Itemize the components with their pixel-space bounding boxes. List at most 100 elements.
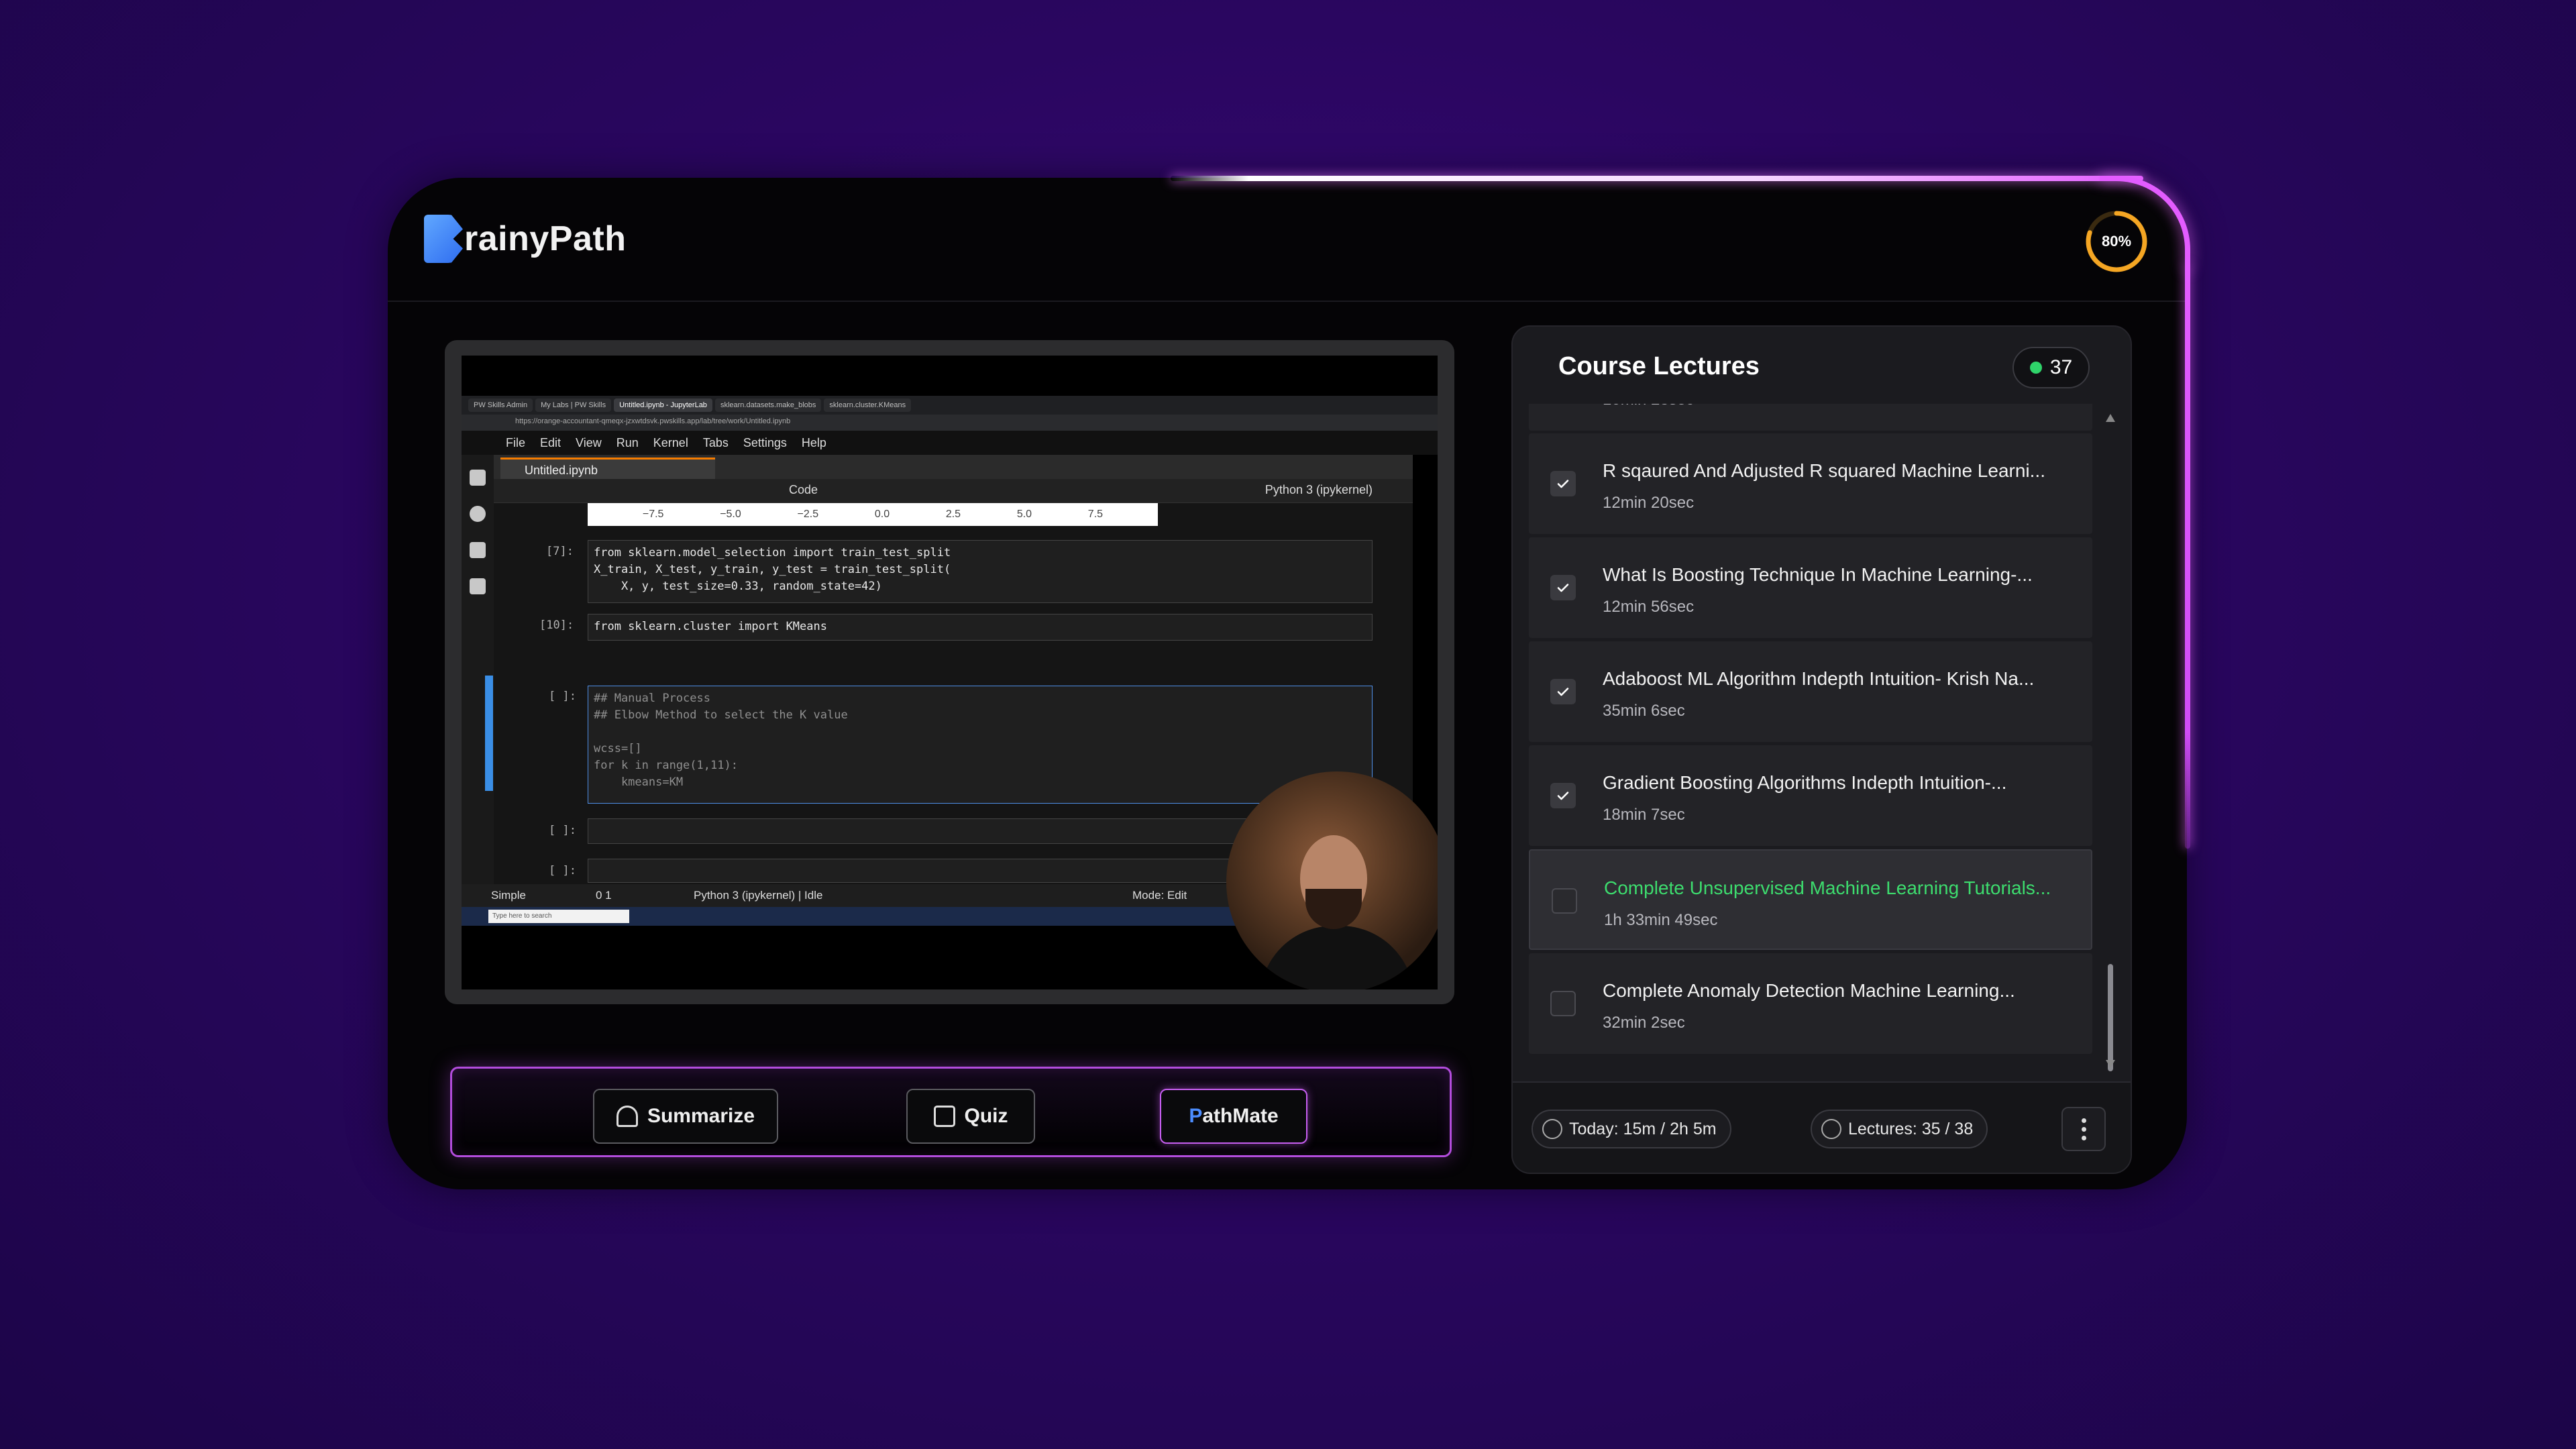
course-lectures-panel: Course Lectures 37 10min 28sec R sqaured…	[1511, 325, 2132, 1174]
more-options-button[interactable]	[2061, 1107, 2106, 1151]
lecture-count: 37	[2049, 356, 2073, 378]
browser-tab: My Labs | PW Skills	[535, 398, 612, 412]
scroll-up-arrow-icon[interactable]	[2106, 414, 2115, 422]
scrollbar-thumb[interactable]	[2108, 964, 2113, 1071]
notebook-tab: Untitled.ipynb	[500, 458, 715, 479]
url-text: https://orange-accountant-qmeqx-jzxwtdsv…	[515, 417, 791, 425]
lecture-scrollbar[interactable]	[2106, 414, 2115, 1071]
browser-tab: sklearn.datasets.make_blobs	[714, 398, 822, 412]
browser-tab-strip: PW Skills Admin My Labs | PW Skills Unti…	[462, 396, 1438, 415]
lecture-title: Complete Anomaly Detection Machine Learn…	[1603, 980, 2015, 1001]
active-cell-indicator	[485, 676, 493, 791]
pathmate-label: athMate	[1202, 1105, 1279, 1127]
lecture-duration: 35min 6sec	[1603, 702, 1685, 720]
logo-mark-icon	[424, 215, 463, 263]
status-counts: 0 1	[596, 889, 612, 902]
menu-help: Help	[801, 435, 826, 449]
lecture-duration: 12min 20sec	[1603, 494, 1695, 512]
code-cell-10: from sklearn.cluster import KMeans	[588, 614, 1373, 641]
lecture-list: 10min 28sec R sqaured And Adjusted R squ…	[1529, 404, 2092, 1061]
pathmate-logo-icon: P	[1189, 1105, 1203, 1127]
lecture-title: R sqaured And Adjusted R squared Machine…	[1603, 460, 2045, 481]
url-bar: https://orange-accountant-qmeqx-jzxwtdsv…	[462, 415, 1438, 431]
lecture-count-badge: 37	[2012, 347, 2090, 388]
instructor-webcam	[1226, 771, 1438, 989]
summarize-label: Summarize	[647, 1105, 755, 1127]
code-cell-7: from sklearn.model_selection import trai…	[588, 540, 1373, 603]
checkbox[interactable]	[1552, 888, 1577, 914]
plot-tick: −5.0	[720, 508, 741, 520]
scroll-down-arrow-icon[interactable]	[2106, 1060, 2115, 1068]
check-icon	[1557, 480, 1569, 488]
quiz-icon	[933, 1106, 955, 1127]
header: rainyPath 80%	[388, 178, 2187, 302]
menu-file: File	[506, 435, 526, 449]
check-circle-icon	[1821, 1119, 1841, 1139]
jupyter-sidebar	[462, 455, 494, 884]
folder-icon	[470, 470, 486, 486]
webcam-beard	[1305, 889, 1362, 929]
lecture-title: Gradient Boosting Algorithms Indepth Int…	[1603, 772, 2007, 793]
lecture-title: Adaboost ML Algorithm Indepth Intuition-…	[1603, 668, 2035, 689]
plot-tick: −7.5	[642, 508, 664, 520]
lecture-item[interactable]: 10min 28sec	[1529, 404, 2092, 431]
webcam-body	[1260, 926, 1414, 989]
logo[interactable]: rainyPath	[424, 215, 626, 263]
cell-prompt: [ ]:	[549, 824, 576, 837]
lecture-item[interactable]: Complete Anomaly Detection Machine Learn…	[1529, 953, 2092, 1054]
menu-run: Run	[616, 435, 639, 449]
plot-tick: 2.5	[945, 508, 961, 520]
pathmate-button[interactable]: P athMate	[1160, 1089, 1307, 1144]
notebook-tab-bar: Untitled.ipynb	[494, 455, 1413, 479]
lecture-item[interactable]: What Is Boosting Technique In Machine Le…	[1529, 537, 2092, 638]
lecture-item[interactable]: R sqaured And Adjusted R squared Machine…	[1529, 433, 2092, 534]
checkbox[interactable]	[1550, 575, 1576, 600]
lecture-duration: 1h 33min 49sec	[1604, 911, 1718, 929]
neon-glow-top	[1171, 176, 2143, 181]
today-time-badge: Today: 15m / 2h 5m	[1532, 1110, 1731, 1148]
action-bar: Summarize Quiz P athMate	[450, 1067, 1452, 1157]
lecture-duration: 18min 7sec	[1603, 806, 1685, 824]
lecture-duration: 12min 56sec	[1603, 598, 1695, 616]
quiz-button[interactable]: Quiz	[906, 1089, 1035, 1144]
plot-tick: −2.5	[797, 508, 819, 520]
list-icon	[470, 542, 486, 558]
more-dot-icon	[2081, 1118, 2086, 1123]
puzzle-icon	[470, 578, 486, 594]
menu-settings: Settings	[743, 435, 787, 449]
menu-tabs: Tabs	[702, 435, 729, 449]
browser-tab: PW Skills Admin	[468, 398, 533, 412]
summarize-button[interactable]: Summarize	[593, 1089, 778, 1144]
checkbox[interactable]	[1550, 783, 1576, 808]
checkbox[interactable]	[1550, 471, 1576, 496]
cell-prompt: [ ]:	[549, 864, 576, 877]
panel-title: Course Lectures	[1558, 352, 1760, 380]
status-kernel: Python 3 (ipykernel) | Idle	[694, 889, 823, 902]
check-icon	[1557, 792, 1569, 800]
lecture-title: Complete Unsupervised Machine Learning T…	[1604, 877, 2051, 898]
panel-footer: Today: 15m / 2h 5m Lectures: 35 / 38	[1513, 1081, 2131, 1173]
plot-axis-strip: −7.5 −5.0 −2.5 0.0 2.5 5.0 7.5	[588, 503, 1158, 526]
menu-kernel: Kernel	[653, 435, 688, 449]
lectures-progress-text: Lectures: 35 / 38	[1848, 1119, 1974, 1138]
today-time-text: Today: 15m / 2h 5m	[1569, 1119, 1717, 1138]
taskbar-search: Type here to search	[488, 910, 629, 923]
plot-tick: 0.0	[874, 508, 890, 520]
lectures-progress-badge: Lectures: 35 / 38	[1811, 1110, 1988, 1148]
browser-tab: Untitled.ipynb - JupyterLab	[614, 398, 712, 412]
check-icon	[1557, 688, 1569, 696]
logo-text: rainyPath	[464, 219, 627, 258]
menu-view: View	[576, 435, 602, 449]
app-frame: rainyPath 80% PW Skills Admin My Labs | …	[388, 178, 2187, 1189]
more-dot-icon	[2081, 1135, 2086, 1140]
checkbox[interactable]	[1550, 679, 1576, 704]
lecture-duration: 10min 28sec	[1603, 404, 1694, 409]
plot-tick: 7.5	[1087, 508, 1104, 520]
checkbox[interactable]	[1550, 991, 1576, 1016]
status-mode-simple: Simple	[491, 889, 526, 902]
video-frame[interactable]: PW Skills Admin My Labs | PW Skills Unti…	[462, 356, 1438, 989]
menu-edit: Edit	[540, 435, 561, 449]
lecture-item[interactable]: Adaboost ML Algorithm Indepth Intuition-…	[1529, 641, 2092, 742]
lecture-item-current[interactable]: Complete Unsupervised Machine Learning T…	[1529, 849, 2092, 950]
lecture-item[interactable]: Gradient Boosting Algorithms Indepth Int…	[1529, 745, 2092, 846]
